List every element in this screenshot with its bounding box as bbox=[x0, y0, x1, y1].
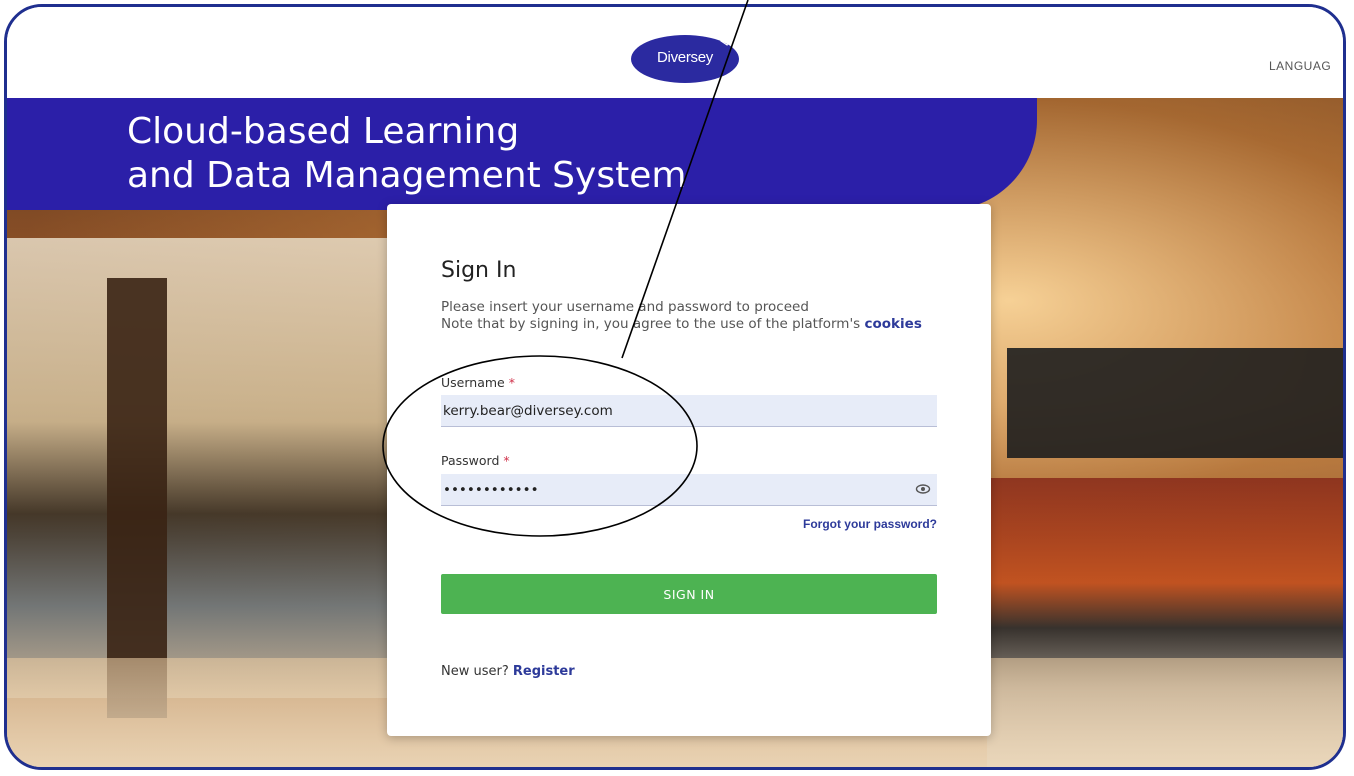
username-label-text: Username bbox=[441, 375, 505, 390]
username-input[interactable]: kerry.bear@diversey.com bbox=[441, 395, 937, 427]
password-label: Password * bbox=[441, 453, 510, 468]
signin-card: Sign In Please insert your username and … bbox=[387, 204, 991, 736]
username-label: Username * bbox=[441, 375, 515, 390]
new-user-prompt: New user? Register bbox=[441, 664, 575, 679]
restaurant-pillar bbox=[107, 278, 167, 718]
cookies-link[interactable]: cookies bbox=[865, 316, 922, 332]
signin-title: Sign In bbox=[441, 258, 517, 283]
kitchen-hood bbox=[1007, 348, 1343, 458]
password-input[interactable]: •••••••••••• bbox=[441, 474, 937, 506]
required-marker: * bbox=[503, 453, 510, 468]
eye-icon[interactable] bbox=[915, 481, 931, 497]
signin-instruction: Please insert your username and password… bbox=[441, 299, 809, 315]
browser-frame: Diversey LANGUAG Cloud-based Learning an… bbox=[4, 4, 1346, 770]
password-label-text: Password bbox=[441, 453, 500, 468]
signin-button[interactable]: SIGN IN bbox=[441, 574, 937, 614]
hero-title-line1: Cloud-based Learning bbox=[127, 111, 520, 152]
cookies-notice: Note that by signing in, you agree to th… bbox=[441, 316, 922, 333]
password-masked-value: •••••••••••• bbox=[443, 482, 539, 498]
restaurant-window bbox=[7, 238, 387, 698]
top-navbar: Diversey LANGUAG bbox=[7, 7, 1343, 99]
new-user-text: New user? bbox=[441, 664, 513, 679]
forgot-password-link[interactable]: Forgot your password? bbox=[803, 517, 937, 531]
diversey-logo[interactable]: Diversey bbox=[629, 29, 741, 85]
hero-title: Cloud-based Learning and Data Management… bbox=[127, 110, 686, 198]
hero-title-line2: and Data Management System bbox=[127, 155, 687, 196]
language-selector[interactable]: LANGUAG bbox=[1269, 59, 1331, 73]
cookies-notice-text: Note that by signing in, you agree to th… bbox=[441, 316, 865, 332]
register-link[interactable]: Register bbox=[513, 664, 575, 679]
signin-description: Please insert your username and password… bbox=[441, 299, 922, 333]
required-marker: * bbox=[508, 375, 515, 390]
logo-text: Diversey bbox=[657, 48, 713, 66]
